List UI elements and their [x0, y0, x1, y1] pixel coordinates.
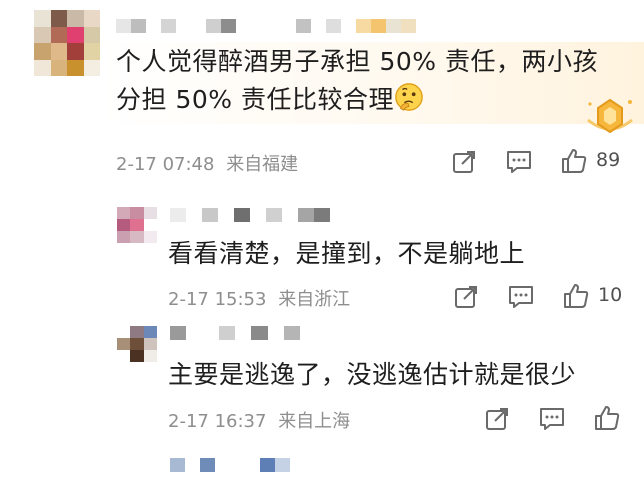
top-fan-badge-icon — [587, 98, 633, 134]
comment-location: 来自浙江 — [278, 289, 351, 310]
avatar[interactable] — [117, 326, 157, 362]
comment-icon[interactable] — [507, 284, 535, 310]
comment-icon[interactable] — [505, 149, 533, 175]
share-icon[interactable] — [453, 284, 479, 310]
reply-text: 主要是逃逸了，没逃逸估计就是很少 — [168, 360, 577, 389]
comment-text-line: 分担 50% 责任比较合理 — [116, 81, 598, 119]
avatar[interactable] — [117, 207, 157, 243]
reply-text: 看看清楚，是撞到，不是躺地上 — [168, 239, 526, 268]
share-icon[interactable] — [451, 149, 477, 175]
comment-location: 来自福建 — [226, 154, 299, 175]
like-icon[interactable] — [560, 147, 588, 175]
like-icon[interactable] — [562, 282, 590, 310]
thinking-face-icon — [395, 83, 423, 111]
comment-location: 来自上海 — [278, 411, 351, 432]
comment-text-segment: 分担 50% 责任比较合理 — [116, 85, 394, 114]
username[interactable] — [116, 19, 416, 33]
username[interactable] — [170, 458, 290, 472]
username[interactable] — [170, 208, 330, 222]
like-count: 89 — [596, 149, 621, 171]
share-icon[interactable] — [484, 406, 510, 432]
comment-text: 个人觉得醉酒男子承担 50% 责任，两小孩 分担 50% 责任比较合理 — [116, 43, 598, 119]
like-count: 10 — [598, 284, 623, 306]
comment-text-line: 个人觉得醉酒男子承担 50% 责任，两小孩 — [116, 47, 598, 76]
comment-thread: 个人觉得醉酒男子承担 50% 责任，两小孩 分担 50% 责任比较合理 2-17… — [0, 0, 644, 500]
comment-meta: 2-17 16:37 来自上海 — [168, 407, 350, 433]
comment-icon[interactable] — [538, 406, 566, 432]
comment-meta: 2-17 07:48 来自福建 — [116, 150, 298, 176]
like-icon[interactable] — [593, 404, 621, 432]
username[interactable] — [170, 326, 300, 340]
comment-time: 2-17 16:37 — [168, 411, 267, 432]
avatar[interactable] — [34, 10, 100, 76]
comment-time: 2-17 07:48 — [116, 154, 215, 175]
comment-time: 2-17 15:53 — [168, 289, 267, 310]
comment-meta: 2-17 15:53 来自浙江 — [168, 285, 350, 311]
